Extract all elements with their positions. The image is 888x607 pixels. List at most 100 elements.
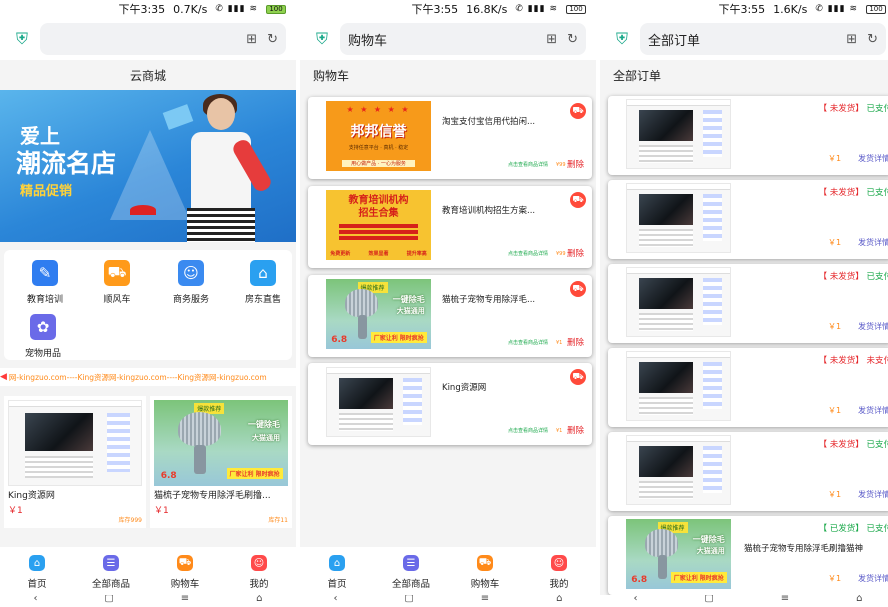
tab-cart[interactable]: ⛟ 购物车: [148, 547, 222, 595]
profile-icon: ☺: [251, 555, 267, 571]
pet-paw-icon: ✿: [30, 314, 56, 340]
tab-profile[interactable]: ☺ 我的: [522, 547, 596, 595]
tab-all-products[interactable]: ☰ 全部商品: [74, 547, 148, 595]
home-nav-icon[interactable]: ▢: [404, 595, 413, 604]
cart-item-title: 教育培训机构招生方案...: [442, 206, 536, 216]
status-bar: 下午3:55 1.6K/s ✆ ▮▮▮ ≋ 100: [600, 0, 888, 18]
order-image: [626, 435, 731, 505]
order-card[interactable]: 爆款推荐 一键除毛 大猫通用 6.8 厂家让利 限时疯抢 【 已发货】 已支付 猫梳…: [608, 516, 888, 595]
shipping-detail-link[interactable]: 发货详情: [858, 153, 888, 164]
signal-wifi-icon: ✆ ▮▮▮ ≋: [215, 4, 258, 14]
cart-screen: 下午3:55 16.8K/s ✆ ▮▮▮ ≋ 100 ⛨ 购物车 ⊞ ↻ 购物车…: [300, 0, 596, 607]
category-landlord[interactable]: ⌂ 房东直售: [226, 260, 296, 305]
tab-profile[interactable]: ☺ 我的: [222, 547, 296, 595]
delete-button[interactable]: 删除: [567, 424, 584, 436]
delete-button[interactable]: 删除: [567, 247, 584, 259]
cart-icon[interactable]: ⛟: [570, 369, 586, 385]
view-detail-link[interactable]: 点击查看商品详情: [508, 250, 548, 257]
shield-icon[interactable]: ⛨: [612, 29, 632, 49]
signal-wifi-icon: ✆ ▮▮▮ ≋: [515, 4, 558, 14]
status-net-speed: 0.7K/s: [173, 2, 208, 16]
view-detail-link[interactable]: 点击查看商品详情: [508, 339, 548, 346]
tab-label: 购物车: [170, 579, 200, 590]
car-icon: ⛟: [104, 260, 130, 286]
category-label: 商务服务: [172, 295, 209, 305]
cart-icon[interactable]: ⛟: [570, 103, 586, 119]
bookmark-icon[interactable]: ⊞: [546, 32, 557, 47]
order-price: ￥1: [828, 238, 842, 247]
order-image: [626, 267, 731, 337]
view-detail-link[interactable]: 点击查看商品详情: [508, 161, 548, 168]
menu-nav-icon[interactable]: ≡: [181, 595, 189, 604]
delete-button[interactable]: 删除: [567, 158, 584, 170]
banner-model-image: [185, 94, 274, 242]
shipping-detail-link[interactable]: 发货详情: [858, 489, 888, 500]
order-image: [626, 183, 731, 253]
menu-nav-icon[interactable]: ≡: [781, 595, 789, 604]
cart-item[interactable]: King资源网 ⛟ 点击查看商品详情 ¥1 删除: [308, 363, 592, 445]
home-icon: ⌂: [329, 555, 345, 571]
promo-banner[interactable]: 爱上 潮流名店 精品促销: [0, 90, 296, 242]
shield-icon[interactable]: ⛨: [12, 29, 32, 49]
order-card[interactable]: 【 未发货】 已支付 ￥1 发货详情: [608, 96, 888, 175]
cart-item-title: 猫梳子宠物专用除浮毛...: [442, 295, 536, 305]
order-status: 【 未发货】 已支付: [818, 440, 888, 450]
shipping-detail-link[interactable]: 发货详情: [858, 405, 888, 416]
refresh-icon[interactable]: ↻: [867, 32, 878, 47]
product-stock: 库存999: [118, 517, 142, 524]
cart-icon: ⛟: [477, 555, 493, 571]
recent-nav-icon[interactable]: ⌂: [856, 595, 862, 604]
refresh-icon[interactable]: ↻: [267, 32, 278, 47]
cart-item-title: King资源网: [442, 383, 487, 393]
shipping-detail-link[interactable]: 发货详情: [858, 321, 888, 332]
home-nav-icon[interactable]: ▢: [104, 595, 113, 604]
cart-item[interactable]: 爆款推荐 一键除毛 大猫通用 6.8 厂家让利 限时疯抢 猫梳子宠物专用除浮毛...…: [308, 275, 592, 357]
shield-icon[interactable]: ⛨: [312, 29, 332, 49]
cart-icon[interactable]: ⛟: [570, 192, 586, 208]
order-card[interactable]: 【 未发货】 已支付 ￥1 发货详情: [608, 180, 888, 259]
education-icon: ✎: [32, 260, 58, 286]
view-detail-link[interactable]: 点击查看商品详情: [508, 427, 548, 434]
product-card[interactable]: King资源网 ￥1 库存999: [4, 396, 146, 528]
back-nav-icon[interactable]: ‹: [33, 595, 37, 604]
recent-nav-icon[interactable]: ⌂: [256, 595, 262, 604]
banner-line-2: 潮流名店: [16, 149, 117, 178]
address-bar[interactable]: 全部订单 ⊞ ↻: [640, 23, 886, 55]
recent-nav-icon[interactable]: ⌂: [556, 595, 562, 604]
profile-icon: ☺: [551, 555, 567, 571]
product-card[interactable]: 爆款推荐 一键除毛 大猫通用 6.8 厂家让利 限时疯抢 猫梳子宠物专用除浮毛刷撸.…: [150, 396, 292, 528]
address-bar[interactable]: ⊞ ↻: [40, 23, 286, 55]
cart-item[interactable]: ★ ★ ★ ★ ★ 邦邦信誉 支持任意平台 · 真机 · 稳定 用心做产品 · 一心…: [308, 97, 592, 179]
notice-marquee[interactable]: ◀ 网-kingzuo.com----King资源网-kingzuo.com--…: [0, 368, 296, 386]
category-carpool[interactable]: ⛟ 顺风车: [80, 260, 154, 305]
url-text: 购物车: [348, 33, 388, 49]
cart-icon[interactable]: ⛟: [570, 281, 586, 297]
home-nav-icon[interactable]: ▢: [704, 595, 713, 604]
browser-bar: ⛨ ⊞ ↻: [0, 18, 296, 60]
refresh-icon[interactable]: ↻: [567, 32, 578, 47]
back-nav-icon[interactable]: ‹: [333, 595, 337, 604]
tab-home[interactable]: ⌂ 首页: [300, 547, 374, 595]
menu-nav-icon[interactable]: ≡: [481, 595, 489, 604]
order-card[interactable]: 【 未发货】 已支付 ￥1 发货详情: [608, 432, 888, 511]
bookmark-icon[interactable]: ⊞: [246, 32, 257, 47]
back-nav-icon[interactable]: ‹: [633, 595, 637, 604]
delete-button[interactable]: 删除: [567, 336, 584, 348]
order-card[interactable]: 【 未发货】 已支付 ￥1 发货详情: [608, 264, 888, 343]
address-bar[interactable]: 购物车 ⊞ ↻: [340, 23, 586, 55]
order-card[interactable]: 【 未发货】 未支付 ￥1 发货详情: [608, 348, 888, 427]
category-education[interactable]: ✎ 教育培训: [8, 260, 82, 305]
status-time: 下午3:35: [118, 3, 166, 16]
tab-all-products[interactable]: ☰ 全部商品: [374, 547, 448, 595]
order-price: ￥1: [828, 490, 842, 499]
shipping-detail-link[interactable]: 发货详情: [858, 237, 888, 248]
tab-home[interactable]: ⌂ 首页: [0, 547, 74, 595]
cart-item[interactable]: 教育培训机构 招生合集 免费更新 效果显著 提升率高 教育培训机构招生方案... ⛟ …: [308, 186, 592, 268]
tab-label: 全部商品: [391, 579, 430, 590]
tab-cart[interactable]: ⛟ 购物车: [448, 547, 522, 595]
category-pet[interactable]: ✿ 宠物用品: [6, 314, 80, 359]
order-status: 【 未发货】 已支付: [818, 272, 888, 282]
bookmark-icon[interactable]: ⊞: [846, 32, 857, 47]
shipping-detail-link[interactable]: 发货详情: [858, 573, 888, 584]
category-business[interactable]: ☺ 商务服务: [154, 260, 228, 305]
